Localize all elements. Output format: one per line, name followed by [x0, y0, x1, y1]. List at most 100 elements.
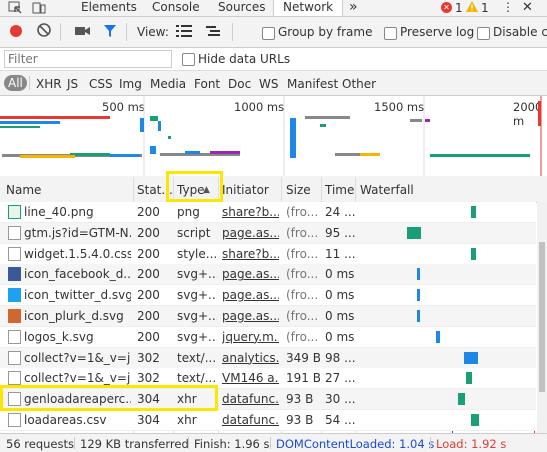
request-initiator[interactable]: analytics...	[222, 351, 279, 365]
filter-icon[interactable]	[103, 24, 117, 41]
request-initiator[interactable]: page.as...	[222, 309, 279, 323]
timeline-overview[interactable]: 500 ms 1000 ms 1500 ms 2000 m	[0, 96, 547, 177]
column-header-size[interactable]: Size	[286, 183, 311, 197]
request-initiator[interactable]: page.as...	[222, 267, 279, 281]
request-type: xhr	[177, 413, 197, 427]
request-initiator[interactable]: page.as...	[222, 226, 279, 240]
waterfall-bar[interactable]	[470, 247, 477, 260]
clear-icon[interactable]	[37, 23, 51, 40]
hide-data-urls-label: Hide data URLs	[198, 52, 291, 66]
table-row[interactable]: loadareas.csv 304 xhr datafunc... 93 B 54 ...	[0, 410, 536, 431]
request-table-header: Name Stat... Type ▲ Initiator Size Time …	[0, 176, 547, 203]
table-row[interactable]: icon_facebook_d... 200 svg+... page.as... (f…	[0, 264, 536, 286]
request-initiator[interactable]: share?b...	[222, 205, 279, 219]
tab-console[interactable]: Console	[152, 0, 200, 16]
type-filter-all[interactable]: All	[4, 75, 27, 91]
hide-data-urls-checkbox[interactable]	[182, 53, 195, 66]
waterfall-bar[interactable]	[416, 289, 421, 302]
tab-sources[interactable]: Sources	[218, 0, 265, 16]
disable-cache-checkbox[interactable]	[477, 27, 490, 40]
table-row[interactable]: line_40.png 200 png share?b... (fro... 24 ...	[0, 202, 536, 223]
request-type: style...	[177, 246, 217, 261]
waterfall-bar[interactable]	[470, 206, 477, 218]
device-toolbar-icon[interactable]	[32, 1, 46, 15]
request-initiator[interactable]: datafunc...	[222, 392, 279, 406]
overview-icon[interactable]	[206, 25, 222, 40]
capture-screenshots-icon[interactable]	[75, 25, 91, 40]
error-count: 1	[455, 1, 463, 15]
network-toolbar: View: Group by frame Preserve log Disabl…	[0, 17, 547, 48]
record-button[interactable]	[10, 25, 22, 37]
type-filter-manifest[interactable]: Manifest	[287, 77, 338, 91]
request-type: svg+...	[177, 267, 217, 282]
waterfall-bar[interactable]	[458, 393, 465, 406]
request-name: gtm.js?id=GTM-N...	[24, 225, 131, 240]
request-type: png	[177, 205, 200, 219]
type-filter-doc[interactable]: Doc	[228, 77, 251, 91]
tab-network[interactable]: Network	[273, 0, 344, 16]
waterfall-bar[interactable]	[463, 351, 478, 364]
file-icon	[8, 246, 21, 261]
request-type: text/...	[177, 350, 217, 365]
warning-count: 1	[481, 1, 489, 15]
request-type: svg+...	[177, 288, 217, 303]
request-status: 200	[137, 205, 160, 219]
preserve-log-checkbox[interactable]	[384, 27, 397, 40]
table-row[interactable]: widget.1.5.4.0.css 200 style... share?b... (…	[0, 243, 536, 265]
waterfall-bar[interactable]	[466, 372, 472, 385]
column-header-name[interactable]: Name	[6, 183, 41, 197]
filter-input[interactable]	[4, 50, 172, 68]
file-icon	[8, 329, 21, 344]
large-rows-icon[interactable]	[176, 25, 192, 40]
column-header-time[interactable]: Time	[325, 183, 354, 197]
domcontentloaded-time: DOMContentLoaded: 1.04 s	[276, 437, 435, 451]
file-icon	[8, 371, 21, 386]
type-filter-other[interactable]: Other	[342, 77, 376, 91]
type-filter-js[interactable]: JS	[67, 77, 78, 91]
kebab-menu-icon[interactable]: ⋮	[502, 0, 514, 14]
column-header-waterfall[interactable]: Waterfall	[360, 183, 414, 197]
vertical-scrollbar[interactable]	[537, 202, 547, 433]
type-filter-ws[interactable]: WS	[259, 77, 278, 91]
request-status: 200	[137, 288, 160, 303]
table-row[interactable]: icon_plurk_d.svg 200 svg+... page.as... (fro…	[0, 306, 536, 327]
close-icon[interactable]: ✕	[522, 0, 533, 15]
request-initiator[interactable]: page.as...	[222, 288, 279, 302]
request-size: (fro...	[286, 309, 319, 323]
table-row[interactable]: gtm.js?id=GTM-N... 200 script page.as... (fr…	[0, 222, 536, 244]
xhr-row-highlight	[0, 385, 218, 411]
request-name: collect?v=1&_v=j...	[24, 371, 131, 386]
inspect-element-icon[interactable]	[8, 1, 22, 15]
table-row[interactable]: collect?v=1&_v=j... 302 text/... analytics.…	[0, 347, 536, 369]
table-row[interactable]: logos_k.svg 200 svg+... jquery.m... (fro... 0…	[0, 326, 536, 348]
waterfall-bar[interactable]	[407, 226, 422, 239]
tab-elements[interactable]: Elements	[81, 0, 137, 16]
type-filter-font[interactable]: Font	[194, 77, 220, 91]
scrollbar-thumb[interactable]	[539, 242, 545, 392]
type-filter-xhr[interactable]: XHR	[36, 77, 62, 91]
request-initiator[interactable]: datafunc...	[222, 413, 279, 427]
waterfall-bar[interactable]	[416, 268, 421, 281]
error-icon[interactable]: ✕	[441, 2, 452, 13]
request-initiator[interactable]: jquery.m...	[222, 330, 279, 344]
request-size: 349 B	[286, 350, 320, 365]
waterfall-bar[interactable]	[436, 330, 440, 343]
column-header-initiator[interactable]: Initiator	[222, 183, 269, 197]
request-time: 0 ms	[325, 288, 355, 303]
request-status: 200	[137, 246, 160, 261]
request-initiator[interactable]: share?b...	[222, 247, 279, 261]
overview-graph	[0, 96, 542, 176]
type-filter-media[interactable]: Media	[150, 77, 186, 91]
more-tabs-button[interactable]: »	[349, 0, 358, 16]
group-by-frame-checkbox[interactable]	[262, 27, 275, 40]
table-row[interactable]: icon_twitter_d.svg 200 svg+... page.as... (f…	[0, 285, 536, 307]
request-time: 24 ...	[325, 205, 355, 219]
warning-icon[interactable]	[466, 1, 478, 16]
type-filter-img[interactable]: Img	[119, 77, 142, 91]
waterfall-bar[interactable]	[416, 310, 421, 322]
type-filter-css[interactable]: CSS	[89, 77, 113, 91]
request-size: 191 B	[286, 371, 320, 386]
waterfall-bar[interactable]	[470, 414, 479, 426]
request-initiator[interactable]: VM146 a...	[222, 371, 279, 385]
request-count: 56 requests	[6, 437, 74, 451]
